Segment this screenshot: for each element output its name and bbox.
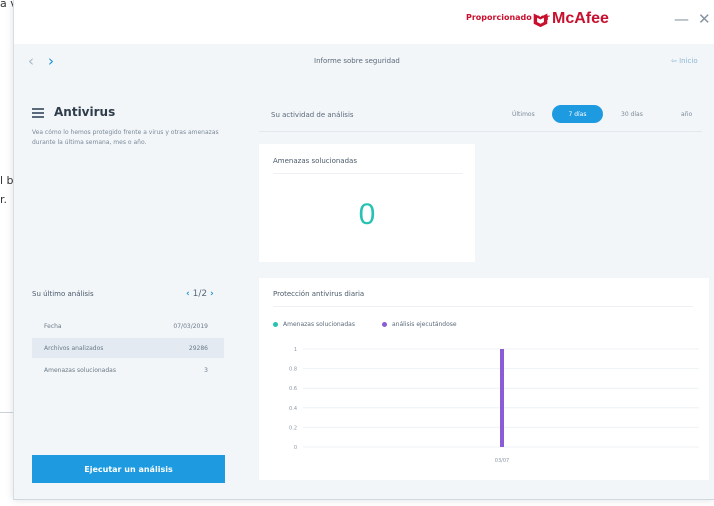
pager-next-icon[interactable]: ›: [210, 289, 214, 299]
threats-solved-title: Amenazas solucionadas: [273, 157, 357, 165]
y-tick-label: 0.8: [289, 367, 297, 373]
title-bar: Proporcionado por McAfee — ✕: [14, 0, 714, 44]
antivirus-panel: Antivirus Vea cómo lo hemos protegido fr…: [14, 94, 240, 500]
y-tick-label: 1: [294, 347, 297, 353]
nav-bar: ‹ › Informe sobre seguridad ⇦ Inicio: [14, 44, 714, 80]
period-year-button[interactable]: año: [681, 111, 692, 118]
scan-detail-key: Archivos analizados: [44, 345, 104, 352]
antivirus-title: Antivirus: [54, 105, 116, 119]
scan-detail-value: 3: [204, 367, 208, 374]
background-text-fragment: l b: [0, 174, 14, 187]
close-button[interactable]: ✕: [698, 10, 711, 28]
mcafee-window: Proporcionado por McAfee — ✕ ‹ › Informe…: [13, 0, 714, 500]
threats-solved-count: 0: [358, 198, 376, 231]
scan-detail-row: Amenazas solucionadas 3: [32, 360, 224, 380]
y-tick-label: 0.2: [289, 425, 297, 431]
y-tick-label: 0: [294, 445, 297, 451]
mcafee-brand-name: McAfee: [552, 10, 609, 27]
back-arrow-icon[interactable]: ‹: [28, 52, 34, 70]
scan-detail-key: Fecha: [44, 323, 62, 330]
daily-protection-chart-card: Protección antivirus diaria Amenazas sol…: [259, 278, 709, 480]
activity-label: Su actividad de análisis: [271, 111, 354, 119]
page-title: Informe sobre seguridad: [314, 57, 400, 65]
card-divider: [273, 173, 463, 174]
pager-count: 1/2: [192, 289, 208, 299]
activity-filter-bar: Su actividad de análisis Últimos 7 días …: [259, 98, 702, 132]
scan-detail-key: Amenazas solucionadas: [44, 367, 116, 374]
background-text-fragment: r.: [0, 193, 8, 206]
y-tick-label: 0.4: [289, 406, 297, 412]
home-link[interactable]: ⇦ Inicio: [671, 57, 698, 65]
bar-análisis-ejecutándose: [500, 349, 504, 447]
mcafee-logo: McAfee: [532, 10, 609, 28]
run-scan-button[interactable]: Ejecutar un análisis: [32, 455, 225, 483]
forward-arrow-icon[interactable]: ›: [48, 52, 54, 70]
minimize-button[interactable]: —: [674, 10, 689, 28]
daily-protection-chart: 1 0.8 0.6 0.4 0.2 0 03/07: [289, 347, 699, 464]
scan-detail-row: Fecha 07/03/2019: [32, 316, 224, 336]
period-7-days-button[interactable]: 7 días: [552, 105, 603, 123]
antivirus-description: Vea cómo lo hemos protegido frente a vir…: [32, 129, 219, 146]
threats-solved-card: Amenazas solucionadas 0: [259, 144, 475, 262]
x-tick-label: 03/07: [495, 458, 509, 464]
hamburger-menu-icon[interactable]: [32, 108, 44, 118]
scan-detail-row: Archivos analizados 29286: [32, 338, 224, 358]
mcafee-shield-icon: [533, 13, 548, 27]
pager-prev-icon[interactable]: ‹: [186, 289, 190, 299]
scan-pager: ‹ 1/2 ›: [186, 289, 214, 299]
y-tick-label: 0.6: [289, 386, 297, 392]
period-30-days-button[interactable]: 30 días: [621, 111, 643, 118]
scan-detail-value: 07/03/2019: [173, 323, 208, 330]
period-label: Últimos: [512, 111, 535, 118]
scan-detail-value: 29286: [188, 345, 208, 352]
